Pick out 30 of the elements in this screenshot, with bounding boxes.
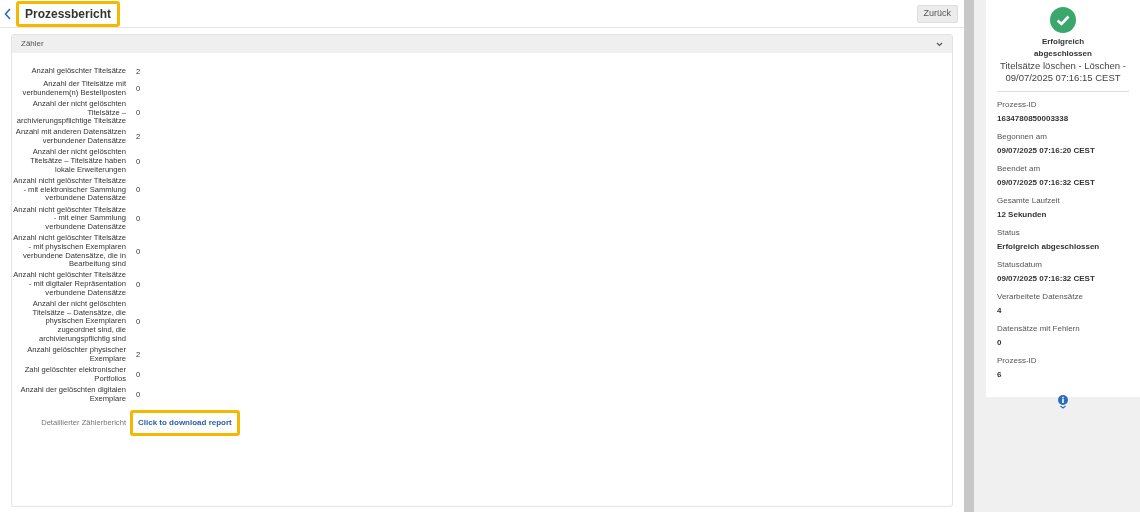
field-label: Verarbeitete Datensätze [997,291,1084,303]
field-label: Statusdatum [997,259,1043,271]
section-header[interactable]: Zähler [12,35,953,53]
scrollbar[interactable] [964,0,974,512]
field-value: 6 [997,369,1003,381]
field-label: Status [997,227,1021,239]
field-label: Datensätze mit Fehlern [997,323,1081,335]
field-label: Gesamte Laufzeit [997,195,1061,207]
field-value: 09/07/2025 07:16:32 CEST [997,177,1096,189]
field-value: 0 [997,337,1003,349]
field-value: 1634780850003338 [997,113,1070,125]
field-value: 09/07/2025 07:16:20 CEST [997,145,1096,157]
back-button[interactable]: Zurück [916,4,959,23]
field-value: 09/07/2025 07:16:32 CEST [997,273,1096,285]
info-icon[interactable] [1058,395,1068,410]
field-label: Begonnen am [997,131,1048,143]
page-title: Prozessbericht [16,0,121,27]
field-label: Prozess-ID [997,355,1038,367]
back-icon[interactable] [4,7,12,20]
chevron-icon[interactable] [936,41,944,47]
status-title: Erfolgreich abgeschlossen [1033,36,1093,60]
download-report-link[interactable]: Click to download report [130,409,240,436]
field-label: Beendet am [997,163,1042,175]
field-value: Erfolgreich abgeschlossen [997,241,1101,253]
section-title: Zähler [21,38,44,50]
job-name: Titelsätze löschen - Löschen - 09/07/2025 07:16:15 CEST [999,60,1127,84]
field-value: 12 Sekunden [997,209,1048,221]
field-label: Prozess-ID [997,99,1038,111]
success-check-icon [1050,7,1076,33]
field-value: 4 [997,305,1003,317]
